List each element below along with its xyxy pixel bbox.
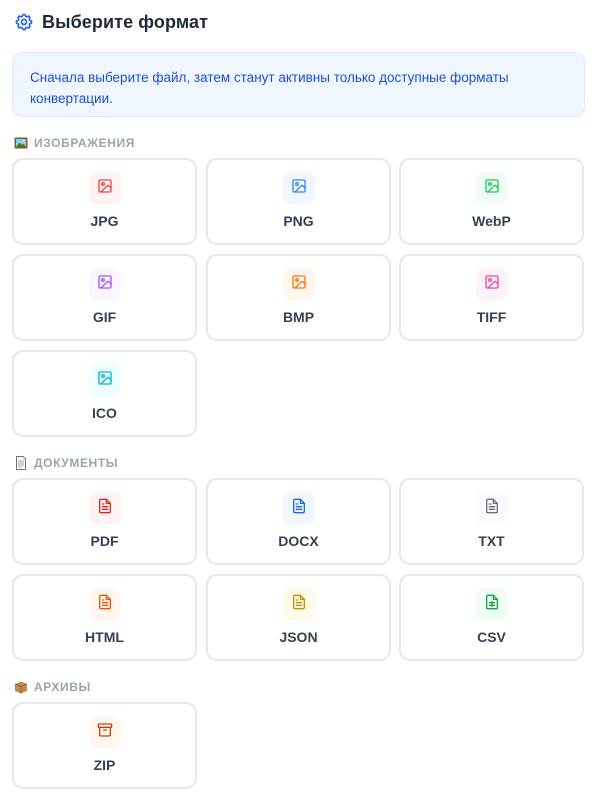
format-card-csv[interactable]: CSV bbox=[399, 574, 584, 661]
format-label: TIFF bbox=[476, 309, 507, 325]
format-label: CSV bbox=[477, 629, 506, 645]
format-label: DOCX bbox=[278, 533, 319, 549]
format-card-pdf[interactable]: PDF bbox=[12, 478, 197, 565]
format-label: PNG bbox=[283, 213, 314, 229]
image-icon bbox=[97, 370, 113, 391]
format-label: ICO bbox=[92, 405, 117, 421]
file-text-icon bbox=[97, 594, 113, 615]
page-emoji-icon bbox=[14, 456, 28, 470]
tile bbox=[88, 364, 121, 396]
format-label: HTML bbox=[85, 629, 124, 645]
archive-icon bbox=[97, 722, 113, 743]
image-icon bbox=[291, 178, 307, 199]
spreadsheet-icon bbox=[484, 594, 500, 615]
format-label: ZIP bbox=[93, 757, 116, 773]
format-card-txt[interactable]: TXT bbox=[399, 478, 584, 565]
format-card-zip[interactable]: ZIP bbox=[12, 702, 197, 789]
section-label-images: ИЗОБРАЖЕНИЯ bbox=[14, 135, 135, 151]
format-card-bmp[interactable]: BMP bbox=[206, 254, 391, 341]
tile bbox=[88, 492, 121, 524]
box-emoji-icon bbox=[14, 680, 28, 694]
image-icon bbox=[484, 274, 500, 295]
file-text-icon bbox=[291, 498, 307, 519]
format-label: JSON bbox=[279, 629, 318, 645]
format-card-ico[interactable]: ICO bbox=[12, 350, 197, 437]
format-card-html[interactable]: HTML bbox=[12, 574, 197, 661]
page-title: Выберите формат bbox=[42, 11, 209, 32]
page-header: Выберите формат bbox=[14, 10, 208, 34]
tile bbox=[475, 588, 508, 620]
format-card-png[interactable]: PNG bbox=[206, 158, 391, 245]
section-label-archives: АРХИВЫ bbox=[14, 679, 91, 695]
tile bbox=[282, 588, 315, 620]
info-notice: Сначала выберите файл, затем станут акти… bbox=[12, 52, 585, 117]
format-label: JPG bbox=[90, 213, 119, 229]
file-text-icon bbox=[484, 498, 500, 519]
file-text-icon bbox=[291, 594, 307, 615]
section-title: ИЗОБРАЖЕНИЯ bbox=[34, 136, 135, 150]
tile bbox=[282, 492, 315, 524]
format-card-json[interactable]: JSON bbox=[206, 574, 391, 661]
format-label: PDF bbox=[90, 533, 119, 549]
format-label: TXT bbox=[478, 533, 505, 549]
tile bbox=[88, 716, 121, 748]
format-label: WebP bbox=[472, 213, 511, 229]
tile bbox=[475, 492, 508, 524]
section-title: АРХИВЫ bbox=[34, 680, 91, 694]
section-title: ДОКУМЕНТЫ bbox=[34, 456, 119, 470]
file-text-icon bbox=[97, 498, 113, 519]
format-card-webp[interactable]: WebP bbox=[399, 158, 584, 245]
tile bbox=[475, 172, 508, 204]
picture-emoji-icon bbox=[14, 136, 28, 150]
image-icon bbox=[97, 178, 113, 199]
format-label: GIF bbox=[92, 309, 117, 325]
image-icon bbox=[97, 274, 113, 295]
image-icon bbox=[484, 178, 500, 199]
tile bbox=[475, 268, 508, 300]
format-card-docx[interactable]: DOCX bbox=[206, 478, 391, 565]
format-card-gif[interactable]: GIF bbox=[12, 254, 197, 341]
tile bbox=[88, 588, 121, 620]
tile bbox=[282, 268, 315, 300]
format-card-jpg[interactable]: JPG bbox=[12, 158, 197, 245]
format-card-tiff[interactable]: TIFF bbox=[399, 254, 584, 341]
gear-icon bbox=[14, 12, 34, 32]
tile bbox=[88, 172, 121, 204]
image-icon bbox=[291, 274, 307, 295]
section-label-documents: ДОКУМЕНТЫ bbox=[14, 455, 118, 471]
format-label: BMP bbox=[282, 309, 315, 325]
tile bbox=[88, 268, 121, 300]
tile bbox=[282, 172, 315, 204]
